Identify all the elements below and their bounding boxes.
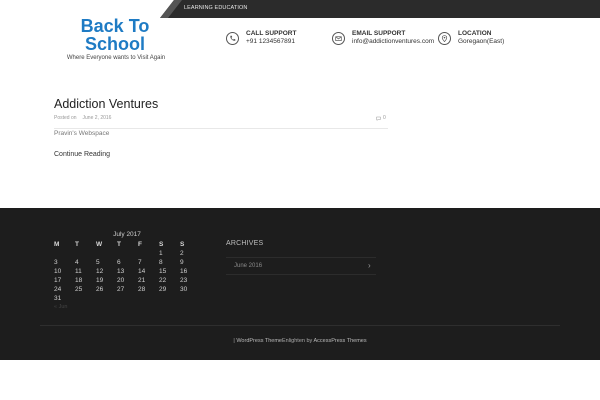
comment-count-value[interactable]: 0 bbox=[383, 115, 386, 121]
calendar-day: 17 bbox=[54, 277, 62, 284]
location-icon bbox=[438, 32, 451, 45]
site-title-line-1[interactable]: Back To bbox=[70, 17, 160, 35]
calendar-week-row: 10 11 12 13 14 15 16 bbox=[54, 267, 201, 276]
post-date[interactable]: June 2, 2016 bbox=[83, 115, 112, 121]
footer-divider bbox=[40, 325, 560, 326]
calendar-day-header: T bbox=[75, 241, 79, 248]
calendar-day: 19 bbox=[96, 277, 104, 284]
calendar-day: 26 bbox=[96, 286, 104, 293]
calendar-day bbox=[138, 294, 159, 303]
post-meta: Posted on June 2, 2016 bbox=[54, 115, 111, 121]
archive-divider bbox=[226, 257, 376, 258]
calendar-day: 2 bbox=[180, 250, 184, 257]
post-title[interactable]: Addiction Ventures bbox=[54, 97, 158, 111]
theme-name: Enlighten bbox=[282, 338, 305, 344]
contact-location: LOCATION Goregaon(East) bbox=[438, 30, 504, 46]
contact-email-support: EMAIL SUPPORT info@addictionventures.com bbox=[332, 30, 434, 46]
calendar-day: 6 bbox=[117, 259, 121, 266]
calendar-day-header: F bbox=[138, 241, 142, 248]
calendar-day: 23 bbox=[180, 277, 188, 284]
archive-divider bbox=[226, 274, 376, 275]
calendar-day: 22 bbox=[159, 277, 167, 284]
calendar-day bbox=[96, 294, 117, 303]
contact-label: EMAIL SUPPORT bbox=[352, 30, 406, 37]
contact-label: CALL SUPPORT bbox=[246, 30, 297, 37]
calendar-day: 14 bbox=[138, 268, 146, 275]
credits-separator: | bbox=[233, 338, 235, 344]
post-excerpt: Pravin's Webspace bbox=[54, 130, 110, 137]
calendar-day-header: T bbox=[117, 241, 121, 248]
calendar-day: 27 bbox=[117, 286, 125, 293]
calendar-day: 4 bbox=[75, 259, 79, 266]
phone-icon bbox=[226, 32, 239, 45]
calendar-day: 1 bbox=[159, 250, 163, 257]
site-title-line-2[interactable]: School bbox=[70, 35, 160, 53]
comment-icon bbox=[376, 116, 381, 121]
contact-call-support: CALL SUPPORT +91 1234567891 bbox=[226, 30, 296, 46]
calendar-day bbox=[138, 249, 159, 258]
calendar-day: 29 bbox=[159, 286, 167, 293]
calendar-day bbox=[180, 294, 201, 303]
calendar-day bbox=[117, 249, 138, 258]
calendar-day bbox=[75, 294, 96, 303]
calendar-day: 15 bbox=[159, 268, 167, 275]
posted-on-label: Posted on bbox=[54, 115, 77, 121]
calendar-header-row: M T W T F S S bbox=[54, 240, 201, 249]
top-menu-learning-education[interactable]: LEARNING EDUCATION bbox=[184, 5, 247, 11]
archive-item-june-2016[interactable]: June 2016 bbox=[234, 263, 262, 269]
continue-reading-link[interactable]: Continue Reading bbox=[54, 151, 110, 158]
calendar-day bbox=[75, 249, 96, 258]
footer-credits: | WordPress ThemeEnlighten by AccessPres… bbox=[0, 338, 600, 344]
calendar-week-row: 3 4 5 6 7 8 9 bbox=[54, 258, 201, 267]
calendar-day: 30 bbox=[180, 286, 188, 293]
calendar-body: 1 2 3 4 5 6 7 8 9 10 11 12 13 14 15 16 17 18 19 20 21 22 23 24 2… bbox=[54, 249, 201, 303]
calendar-day-header: S bbox=[180, 241, 185, 248]
calendar-day: 7 bbox=[138, 259, 142, 266]
post-divider bbox=[54, 128, 388, 129]
contact-value: info@addictionventures.com bbox=[352, 38, 435, 45]
calendar-day: 24 bbox=[54, 286, 62, 293]
chevron-right-icon: › bbox=[368, 261, 371, 270]
site-tagline: Where Everyone wants to Visit Again bbox=[66, 55, 166, 61]
calendar-day-header: W bbox=[96, 241, 103, 248]
calendar-day: 11 bbox=[75, 268, 82, 275]
calendar-week-row: 12 bbox=[54, 249, 201, 258]
calendar-day: 31 bbox=[54, 295, 62, 302]
wordpress-theme-link[interactable]: WordPress Theme bbox=[236, 338, 282, 344]
accesspress-themes-link[interactable]: AccessPress Themes bbox=[314, 338, 367, 344]
calendar-week-row: 24 25 26 27 28 29 30 bbox=[54, 285, 201, 294]
calendar-day: 21 bbox=[138, 277, 146, 284]
calendar-caption: July 2017 bbox=[113, 231, 141, 238]
calendar-day-header: M bbox=[54, 241, 60, 248]
email-icon bbox=[332, 32, 345, 45]
calendar: M T W T F S S 1 2 3 4 5 6 7 8 9 10 11 12 13 14 15 16 17 1… bbox=[54, 240, 201, 303]
calendar-day: 18 bbox=[75, 277, 83, 284]
credits-by: by bbox=[306, 338, 313, 344]
calendar-day: 13 bbox=[117, 268, 125, 275]
contact-value: Goregaon(East) bbox=[458, 38, 505, 45]
site-title[interactable]: Back To School bbox=[70, 17, 160, 53]
calendar-day: 12 bbox=[96, 268, 104, 275]
calendar-day: 5 bbox=[96, 259, 100, 266]
calendar-day: 28 bbox=[138, 286, 146, 293]
contact-value: +91 1234567891 bbox=[246, 38, 295, 45]
calendar-prev-month-link[interactable]: « Jun bbox=[54, 304, 67, 310]
calendar-day: 25 bbox=[75, 286, 83, 293]
calendar-week-row: 31 bbox=[54, 294, 201, 303]
calendar-day: 10 bbox=[54, 268, 62, 275]
calendar-week-row: 17 18 19 20 21 22 23 bbox=[54, 276, 201, 285]
calendar-day bbox=[159, 294, 180, 303]
calendar-day: 9 bbox=[180, 259, 184, 266]
calendar-day: 16 bbox=[180, 268, 188, 275]
calendar-day bbox=[117, 294, 138, 303]
calendar-day bbox=[54, 249, 75, 258]
calendar-day: 3 bbox=[54, 259, 58, 266]
calendar-day: 20 bbox=[117, 277, 125, 284]
comment-count[interactable]: 0 bbox=[376, 115, 386, 121]
contact-label: LOCATION bbox=[458, 30, 492, 37]
calendar-day-header: S bbox=[159, 241, 164, 248]
calendar-day: 8 bbox=[159, 259, 163, 266]
archives-title: ARCHIVES bbox=[226, 240, 264, 247]
calendar-day bbox=[96, 249, 117, 258]
